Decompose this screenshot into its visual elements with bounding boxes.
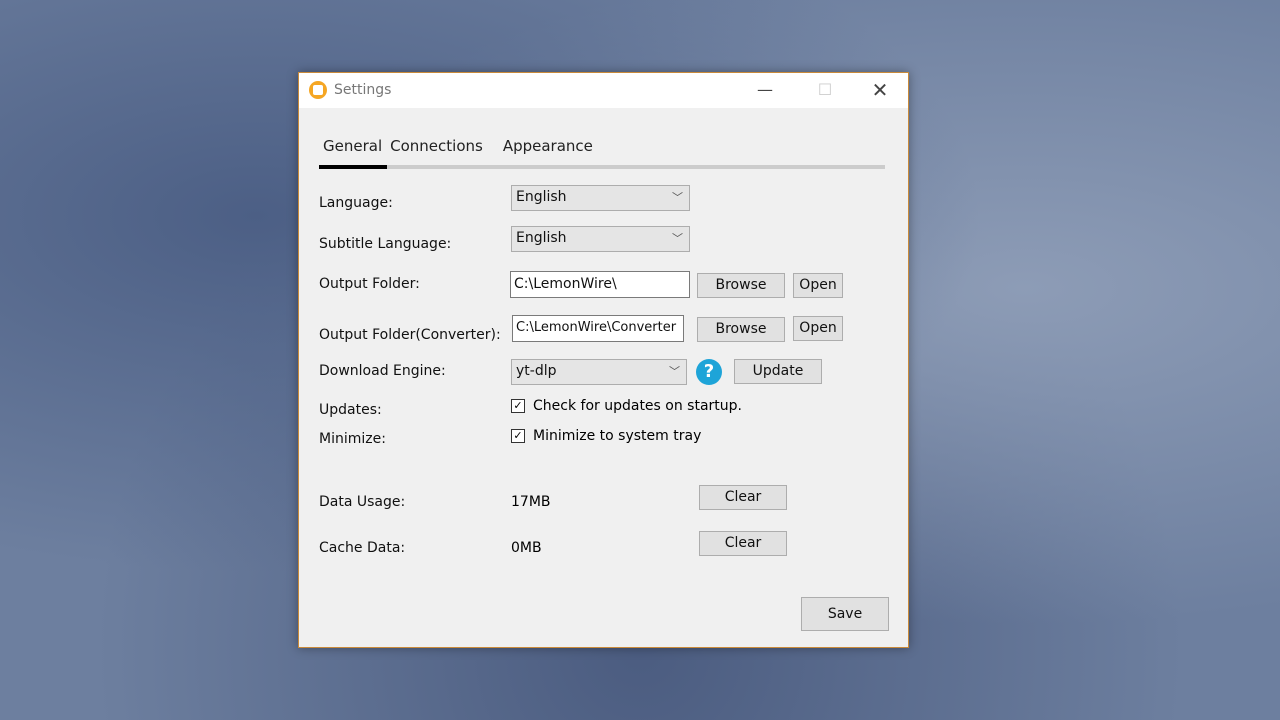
minimize-label: Minimize: — [319, 431, 386, 447]
tab-appearance[interactable]: Appearance — [499, 137, 597, 155]
download-engine-label: Download Engine: — [319, 363, 446, 379]
save-button[interactable]: Save — [801, 597, 889, 631]
tab-indicator — [319, 165, 885, 169]
window-title: Settings — [334, 82, 392, 98]
subtitle-language-select[interactable]: English ﹀ — [511, 226, 690, 252]
check-updates-checkbox[interactable]: ✓ Check for updates on startup. — [511, 398, 742, 414]
tab-bar: General Connections Appearance — [319, 137, 597, 155]
chevron-down-icon: ﹀ — [669, 365, 680, 378]
settings-window: Settings — ☐ ✕ General Connections Appea… — [298, 72, 909, 648]
output-folder-label: Output Folder: — [319, 276, 420, 292]
minimize-tray-label: Minimize to system tray — [533, 428, 702, 444]
output-folder-input[interactable]: C:\LemonWire\ — [510, 271, 690, 298]
chevron-down-icon: ﹀ — [672, 232, 683, 245]
download-engine-value: yt-dlp — [516, 363, 557, 379]
language-select[interactable]: English ﹀ — [511, 185, 690, 211]
tab-connections[interactable]: Connections — [386, 137, 487, 155]
updates-label: Updates: — [319, 402, 382, 418]
help-icon[interactable]: ? — [696, 359, 722, 385]
chevron-down-icon: ﹀ — [672, 191, 683, 204]
data-usage-value: 17MB — [511, 494, 551, 510]
minimize-tray-checkbox[interactable]: ✓ Minimize to system tray — [511, 428, 701, 444]
language-label: Language: — [319, 195, 393, 211]
output-folder-converter-browse-button[interactable]: Browse — [697, 317, 785, 342]
cache-data-value: 0MB — [511, 540, 542, 556]
lemonwire-logo-icon — [309, 81, 327, 99]
output-folder-converter-input[interactable]: C:\LemonWire\Converter — [512, 315, 684, 342]
minimize-icon[interactable]: — — [745, 77, 785, 103]
checkmark-icon: ✓ — [511, 429, 525, 443]
output-folder-browse-button[interactable]: Browse — [697, 273, 785, 298]
check-updates-label: Check for updates on startup. — [533, 398, 742, 414]
subtitle-language-label: Subtitle Language: — [319, 236, 452, 252]
output-folder-open-button[interactable]: Open — [793, 273, 843, 298]
clear-cache-button[interactable]: Clear — [699, 531, 787, 556]
subtitle-language-value: English — [516, 230, 567, 246]
clear-data-button[interactable]: Clear — [699, 485, 787, 510]
maximize-icon[interactable]: ☐ — [805, 77, 845, 103]
output-folder-converter-label: Output Folder(Converter): — [319, 327, 501, 343]
checkmark-icon: ✓ — [511, 399, 525, 413]
update-engine-button[interactable]: Update — [734, 359, 822, 384]
language-value: English — [516, 189, 567, 205]
close-icon[interactable]: ✕ — [860, 77, 900, 103]
data-usage-label: Data Usage: — [319, 494, 406, 510]
output-folder-converter-open-button[interactable]: Open — [793, 316, 843, 341]
tab-general[interactable]: General — [319, 137, 386, 155]
title-bar: Settings — ☐ ✕ — [299, 73, 908, 108]
cache-data-label: Cache Data: — [319, 540, 406, 556]
download-engine-select[interactable]: yt-dlp ﹀ — [511, 359, 687, 385]
